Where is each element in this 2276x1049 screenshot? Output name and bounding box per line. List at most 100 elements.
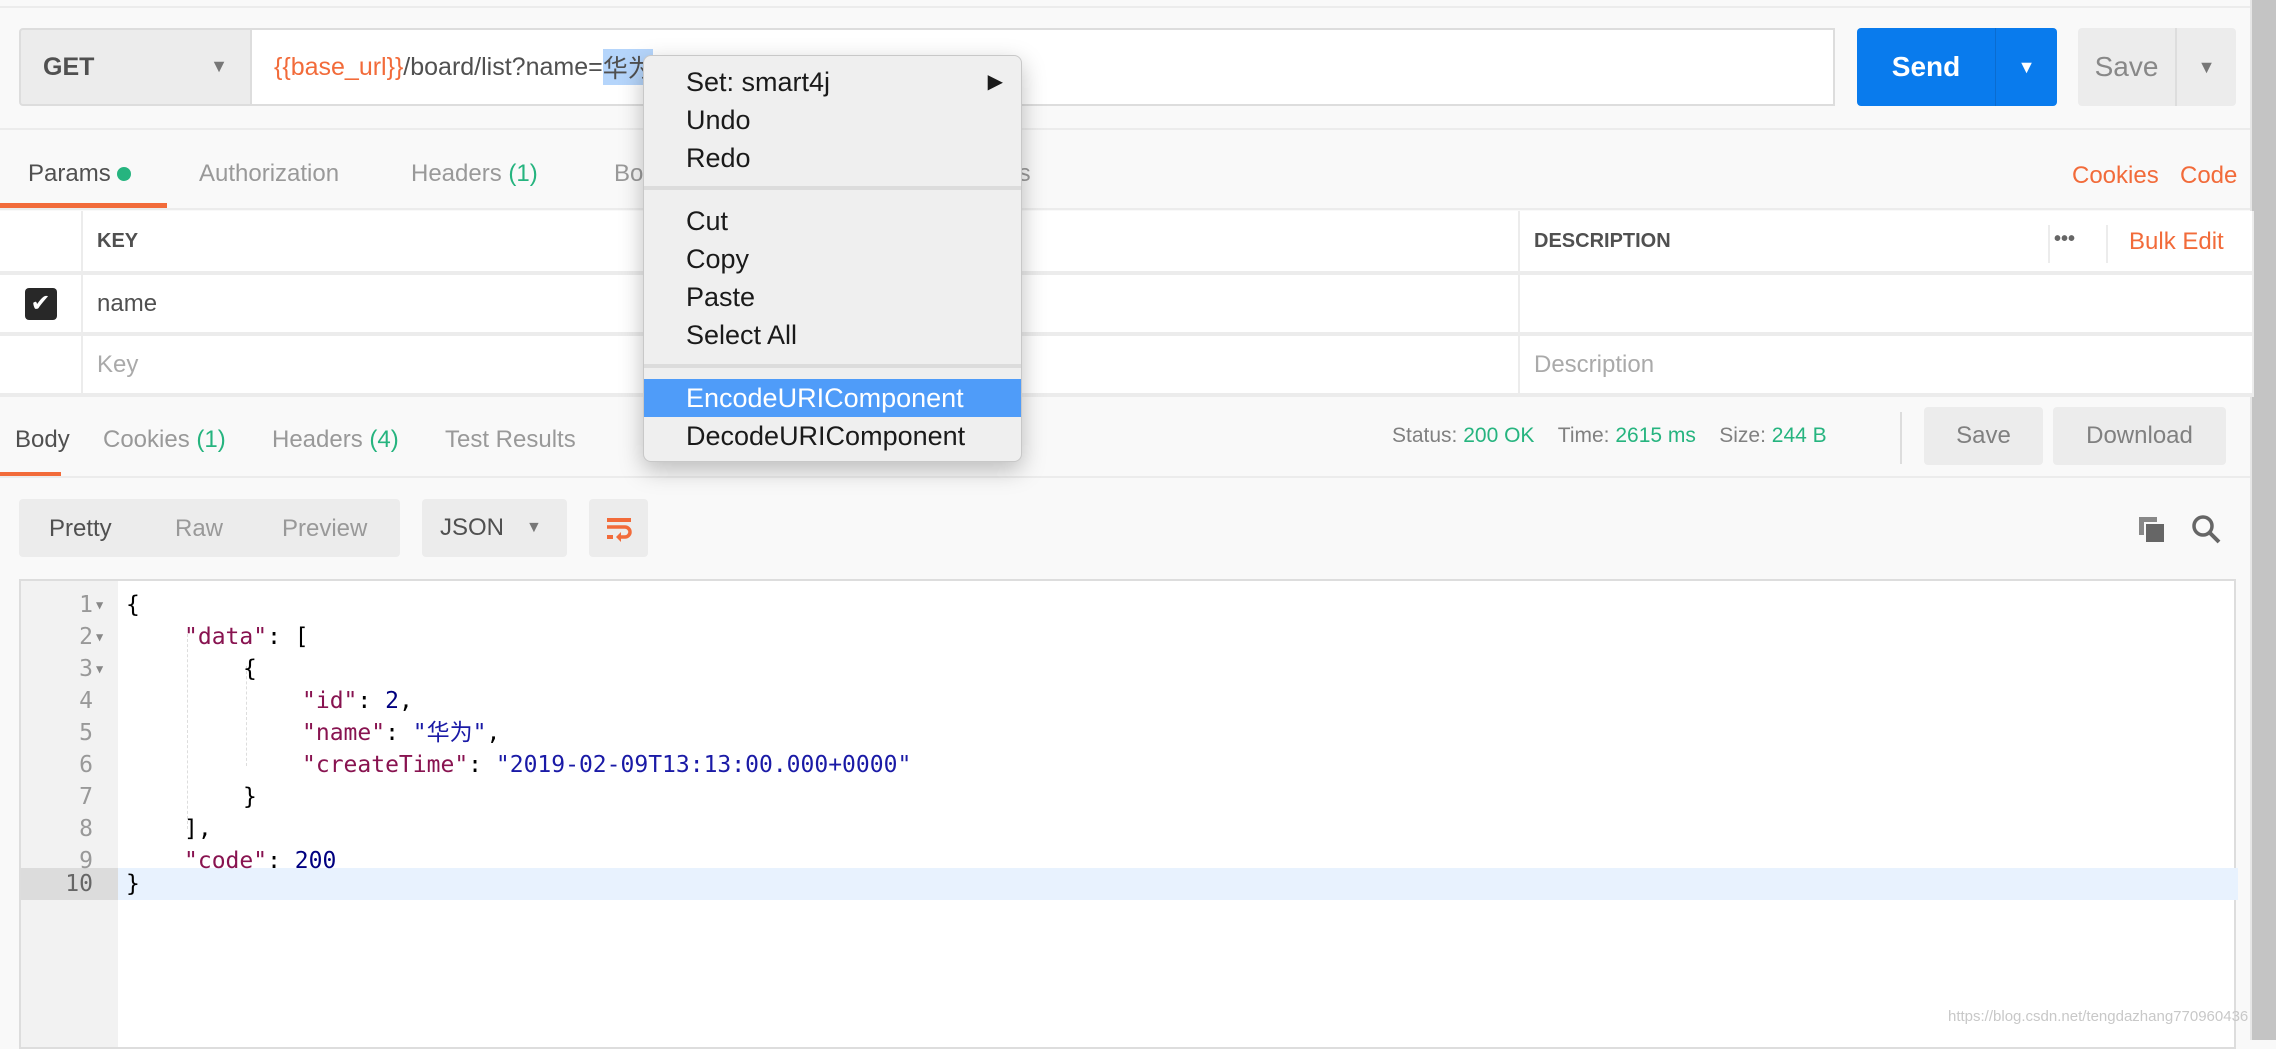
json-string: "华为" [412,720,487,746]
search-icon[interactable] [2190,513,2222,550]
tab-response-headers[interactable]: Headers (4) [272,426,399,454]
code-line-9: "code": 200 [184,845,336,877]
json-key: "data" [184,624,268,650]
divider [2106,225,2108,263]
code-line-6: "createTime": "2019-02-09T13:13:00.000+0… [302,749,911,781]
tab-label: Headers [272,426,363,453]
divider [0,476,2250,478]
active-line-highlight [118,868,2238,900]
menu-item-cut[interactable]: Cut [644,202,1021,240]
json-punct: : [267,848,295,874]
header-check-cell [0,211,83,275]
watermark: https://blog.csdn.net/tengdazhang7709604… [1948,1008,2249,1025]
description-cell[interactable] [1520,275,2254,336]
format-select[interactable]: JSON ▼ [422,499,567,557]
menu-item-decode-uri-component[interactable]: DecodeURIComponent [644,417,1021,455]
json-punct: : [ [267,624,309,650]
view-pretty[interactable]: Pretty [49,515,112,543]
format-value: JSON [440,514,505,541]
tab-authorization[interactable]: Authorization [199,160,339,188]
line-number: 7 [79,784,93,810]
json-punct: , [398,688,413,714]
fold-arrow-icon[interactable]: ▼ [96,653,103,685]
menu-item-set[interactable]: Set: smart4j ▶ [644,63,1021,101]
menu-item-copy[interactable]: Copy [644,240,1021,278]
divider [1900,412,1902,464]
save-response-button[interactable]: Save [1924,407,2043,465]
tab-params[interactable]: Params [28,160,132,188]
code-line-4: "id": 2, [302,685,413,717]
tab-response-cookies[interactable]: Cookies (1) [103,426,226,454]
tab-count: (1) [196,426,226,453]
code-line-1: { [126,592,140,618]
bulk-edit-link[interactable]: Bulk Edit [2129,228,2224,256]
cookies-link[interactable]: Cookies [2072,162,2159,190]
method-select[interactable]: GET ▼ [19,28,252,106]
tab-label: Cookies [103,426,190,453]
menu-separator [644,186,1021,190]
more-options-icon[interactable]: ••• [2054,228,2075,251]
menu-item-select-all[interactable]: Select All [644,316,1021,354]
json-punct: : [385,720,413,746]
row-check-cell: ✔ [0,275,83,336]
response-editor[interactable]: 1 ▼ 2 ▼ 3 ▼ 4 5 6 7 8 9 10 { "data": [ { "id": 2, "n… [19,579,2238,1049]
view-raw[interactable]: Raw [175,515,223,543]
json-string: "2019-02-09T13:13:00.000+0000" [495,752,912,778]
tab-label: Headers [411,160,502,187]
new-row-check-cell [0,336,83,397]
method-value: GET [43,52,95,81]
url-variable: {{base_url}} [274,52,404,81]
save-button[interactable]: Save ▼ [2078,28,2236,106]
code-line-3: { [243,656,257,682]
fold-arrow-icon[interactable]: ▼ [96,589,103,621]
time-value: 2615 ms [1615,424,1696,447]
menu-item-redo[interactable]: Redo [644,139,1021,177]
description-header-label: DESCRIPTION [1534,229,1671,252]
url-input[interactable]: {{base_url}}/board/list?name= 华为 [252,28,1835,106]
chevron-down-icon: ▼ [210,56,228,76]
submenu-arrow-icon: ▶ [987,71,1003,93]
tab-label: Params [28,160,111,187]
menu-separator [644,364,1021,368]
json-key: "id" [302,688,358,714]
checkbox-checked[interactable]: ✔ [24,287,57,320]
context-menu: Set: smart4j ▶ Undo Redo Cut Copy Paste S… [643,55,1022,462]
menu-item-paste[interactable]: Paste [644,278,1021,316]
fold-arrow-icon[interactable]: ▼ [96,621,103,653]
tab-test-results[interactable]: Test Results [445,426,576,454]
tab-body[interactable]: Bo [614,160,643,188]
send-button[interactable]: Send ▼ [1857,28,2057,106]
json-punct: , [486,720,501,746]
menu-label: Set: smart4j [686,67,831,97]
size-value: 244 B [1771,424,1827,447]
description-input[interactable]: Description [1520,336,2254,397]
download-button[interactable]: Download [2053,407,2226,465]
code-link[interactable]: Code [2180,162,2237,190]
top-divider [0,0,2250,8]
json-punct: : [468,752,496,778]
size-label: Size: [1719,424,1766,447]
save-dropdown-icon[interactable]: ▼ [2175,28,2236,106]
line-number: 1 [79,592,93,618]
code-line-7: } [243,784,257,810]
copy-icon[interactable] [2137,515,2167,550]
status-dot-icon [117,167,132,181]
tab-count: (4) [369,426,399,453]
status-value: 200 OK [1463,424,1535,447]
view-preview[interactable]: Preview [282,515,367,543]
divider [0,208,2250,210]
tab-response-body[interactable]: Body [15,426,70,454]
menu-item-encode-uri-component[interactable]: EncodeURIComponent [644,379,1021,417]
wrap-lines-button[interactable] [589,499,648,557]
url-path: /board/list?name= [403,52,603,81]
send-dropdown-icon[interactable]: ▼ [1995,28,2057,106]
tab-count: (1) [508,160,538,187]
tab-headers[interactable]: Headers (1) [411,160,538,188]
line-number: 4 [79,688,93,714]
send-label: Send [1891,51,1961,82]
json-key: "code" [184,848,268,874]
menu-item-undo[interactable]: Undo [644,101,1021,139]
scrollbar[interactable] [2250,0,2276,1040]
json-key: "name" [302,720,386,746]
chevron-down-icon: ▼ [526,519,542,536]
